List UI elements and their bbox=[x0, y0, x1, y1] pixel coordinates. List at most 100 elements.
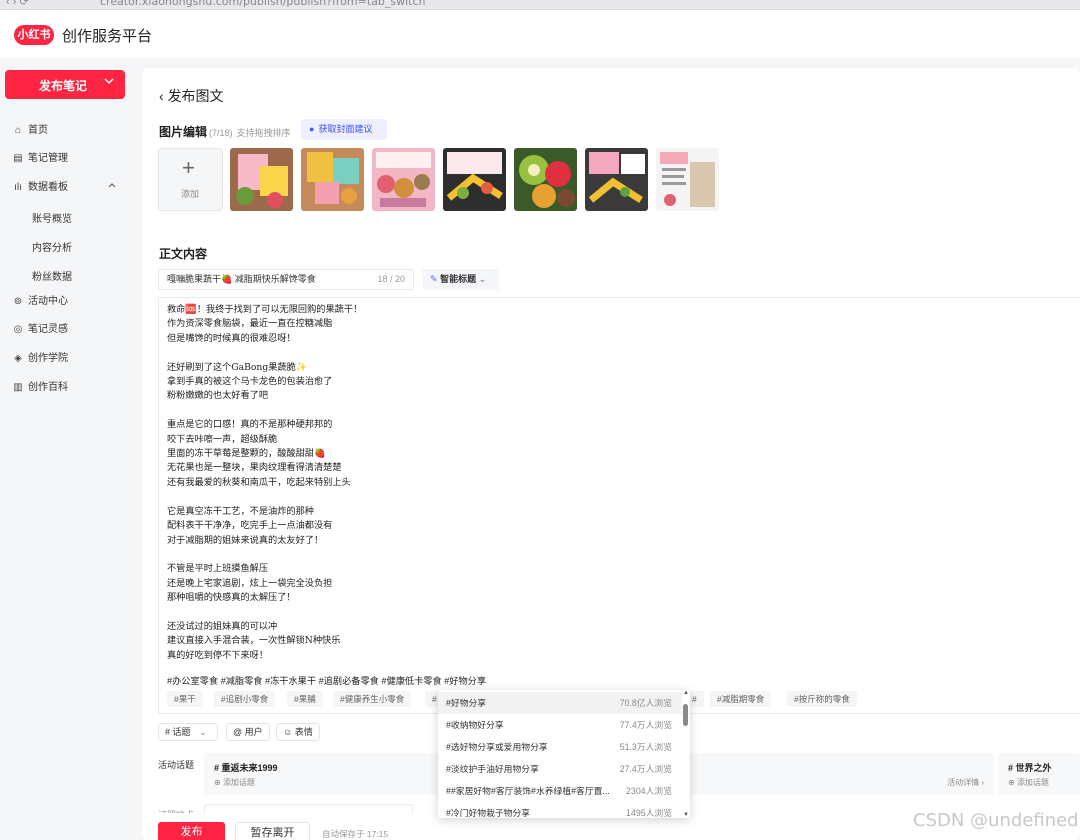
image-thumbnail[interactable] bbox=[301, 148, 364, 211]
topic-name: #淡纹护手油好用物分享 bbox=[446, 764, 539, 774]
suggested-topic-chip[interactable]: #健康养生小零食 bbox=[333, 691, 412, 707]
hash-icon: # bbox=[165, 727, 171, 737]
topic-button[interactable]: # 话题 ⌄ bbox=[158, 723, 218, 741]
topic-suggestion-item[interactable]: #好物分享 70.8亿人浏览 bbox=[438, 692, 682, 714]
sidebar-item-content-analysis[interactable]: 内容分析 bbox=[32, 239, 72, 254]
title-input[interactable]: 嘎嘣脆果蔬干🍓 减脂期快乐解馋零食 18 / 20 bbox=[158, 269, 414, 290]
sidebar-item-home[interactable]: ⌂ 首页 bbox=[12, 123, 48, 139]
location-label: 证朋地点 bbox=[158, 808, 194, 813]
topic-tag-line[interactable]: #办公室零食 #减脂零食 #冻干水果干 #追剧必备零食 #健康低卡零食 #好物分… bbox=[167, 673, 486, 687]
sidebar-item-label: 笔记灵感 bbox=[28, 324, 68, 335]
sidebar-item-dashboard[interactable]: ılı 数据看板 bbox=[12, 180, 68, 196]
activity-detail-link[interactable]: 活动详情 › bbox=[947, 777, 984, 788]
topic-suggestion-item[interactable]: #收纳物好分享 77.4万人浏览 bbox=[438, 714, 682, 736]
magic-wand-icon: ✎ bbox=[430, 274, 438, 284]
smile-icon: ☺ bbox=[283, 727, 293, 737]
image-thumbnail[interactable] bbox=[514, 148, 577, 211]
sidebar-item-label: 创作学院 bbox=[28, 353, 68, 364]
image-drag-hint: 支持拖拽排序 bbox=[236, 128, 291, 138]
suggested-topic-chip[interactable]: #按斤称的零食 bbox=[787, 691, 857, 707]
sidebar-item-notes[interactable]: ▤ 笔记管理 bbox=[12, 151, 68, 167]
image-thumbnail[interactable] bbox=[585, 148, 648, 211]
browser-url[interactable]: creator.xiaohongshu.com/publish/publish?… bbox=[100, 0, 425, 8]
xiaohongshu-logo[interactable]: 小红书 bbox=[14, 25, 54, 45]
browser-bar: ‹ › ⟳ creator.xiaohongshu.com/publish/pu… bbox=[0, 0, 1080, 10]
sidebar-item-wiki[interactable]: ▥ 创作百科 bbox=[12, 380, 68, 396]
image-thumbnail[interactable] bbox=[230, 148, 293, 211]
cover-suggestion-label: 获取封面建议 bbox=[318, 124, 373, 134]
chevron-up-icon[interactable] bbox=[107, 180, 117, 193]
topic-suggestion-item[interactable]: #淡纹护手油好用物分享 27.4万人浏览 bbox=[438, 758, 682, 780]
sidebar-item-inspiration[interactable]: ◎ 笔记灵感 bbox=[12, 322, 68, 338]
plus-circle-icon: ⊕ bbox=[1008, 778, 1015, 787]
title-char-count: 18 / 20 bbox=[377, 274, 405, 284]
sidebar-item-account-overview[interactable]: 账号概览 bbox=[32, 210, 72, 225]
image-thumbnail[interactable] bbox=[372, 148, 435, 211]
smart-title-label: 智能标题 bbox=[440, 274, 477, 284]
add-image-label: 添加 bbox=[181, 189, 200, 199]
page-title: 发布图文 bbox=[167, 88, 224, 104]
image-edit-heading: 图片编辑 (7/18) 支持拖拽排序 bbox=[159, 123, 291, 140]
activity-title-text: 世界之外 bbox=[1015, 763, 1052, 773]
title-input-value: 嘎嘣脆果蔬干🍓 减脂期快乐解馋零食 bbox=[167, 274, 316, 284]
note-icon: ▤ bbox=[13, 153, 23, 164]
browser-nav-icons[interactable]: ‹ › ⟳ bbox=[6, 0, 29, 8]
body-editor[interactable]: 救命🆘！我终于找到了可以无限回购的果蔬干！ 作为资深零食脑袋，最近一直在控糖减脂… bbox=[158, 297, 1080, 714]
topic-name: #选好物分享或爱用物分享 bbox=[446, 742, 548, 752]
inspiration-icon: ◎ bbox=[13, 324, 23, 335]
dropdown-scrollbar[interactable]: ▲ ▼ bbox=[683, 690, 689, 818]
suggested-topic-chip[interactable]: #果脯 bbox=[287, 691, 323, 707]
image-thumbnail[interactable] bbox=[656, 148, 719, 211]
activity-card[interactable]: # 世界之外 ⊕ 添加话题 bbox=[998, 753, 1080, 795]
image-count: (7/18) bbox=[209, 128, 233, 138]
suggested-topic-chip[interactable]: #减脂期零食 bbox=[710, 691, 772, 707]
activity-title-text: 重返未来1999 bbox=[221, 763, 278, 773]
chevron-down-icon: ⌄ bbox=[199, 727, 207, 737]
add-image-button[interactable]: + 添加 bbox=[158, 148, 223, 211]
chevron-down-icon: ⌄ bbox=[478, 274, 487, 284]
sidebar-item-label: 首页 bbox=[28, 125, 48, 136]
chevron-right-icon: › bbox=[981, 778, 984, 787]
topic-name: #冷门好物栽子物分享 bbox=[446, 808, 531, 818]
location-pin-icon: ● bbox=[309, 124, 315, 134]
body-text[interactable]: 救命🆘！我终于找到了可以无限回购的果蔬干！ 作为资深零食脑袋，最近一直在控糖减脂… bbox=[167, 303, 1067, 663]
sidebar-item-academy[interactable]: ◈ 创作学院 bbox=[12, 351, 68, 367]
chevron-down-icon[interactable] bbox=[103, 75, 115, 90]
add-topic-link[interactable]: ⊕ 添加话题 bbox=[214, 777, 255, 788]
location-input[interactable] bbox=[204, 804, 413, 812]
at-icon: @ bbox=[233, 727, 243, 737]
image-thumbnail[interactable] bbox=[443, 148, 506, 211]
suggested-topic-chip[interactable]: #追剧小零食 bbox=[214, 691, 276, 707]
cover-suggestion-button[interactable]: ● 获取封面建议 bbox=[301, 119, 387, 140]
sidebar-item-fans-data[interactable]: 粉丝数据 bbox=[32, 268, 72, 283]
smart-title-button[interactable]: ✎ 智能标题 ⌄ bbox=[422, 269, 499, 290]
suggested-topic-chip[interactable]: #果干 bbox=[167, 691, 203, 707]
scroll-down-icon[interactable]: ▼ bbox=[683, 812, 689, 818]
activity-topic-label: 活动话题 bbox=[158, 760, 195, 770]
emoji-button[interactable]: ☺ 表情 bbox=[276, 723, 320, 741]
topic-suggestion-item[interactable]: #选好物分享或爱用物分享 51.3万人浏览 bbox=[438, 736, 682, 758]
topic-views: 77.4万人浏览 bbox=[619, 720, 672, 730]
add-topic-link[interactable]: ⊕ 添加话题 bbox=[1008, 777, 1049, 788]
chart-icon: ılı bbox=[14, 182, 22, 193]
publish-button[interactable]: 发布 bbox=[158, 822, 225, 840]
topic-name: ##家居好物#客厅装饰#水养绿植#客厅置... bbox=[446, 786, 610, 796]
academy-icon: ◈ bbox=[14, 353, 22, 364]
back-link[interactable]: ‹ 发布图文 bbox=[159, 86, 224, 106]
topic-views: 2304人浏览 bbox=[626, 786, 672, 796]
sidebar-item-activity[interactable]: ⊚ 活动中心 bbox=[12, 294, 68, 310]
mention-user-button[interactable]: @ 用户 bbox=[226, 723, 270, 741]
publish-note-button[interactable]: 发布笔记 bbox=[5, 70, 125, 99]
scrollbar-thumb[interactable] bbox=[683, 704, 688, 726]
topic-suggestion-dropdown: #好物分享 70.8亿人浏览 #收纳物好分享 77.4万人浏览 #选好物分享或爱用物… bbox=[438, 690, 690, 818]
scroll-up-icon[interactable]: ▲ bbox=[683, 690, 689, 696]
hash-icon: # bbox=[214, 763, 220, 773]
sidebar: 发布笔记 ⌂ 首页 ▤ 笔记管理 ılı 数据看板 账号概览 内容分析 粉丝数据 ⊚ 活… bbox=[0, 58, 138, 840]
topic-suggestion-item[interactable]: #冷门好物栽子物分享 1495人浏览 bbox=[438, 802, 682, 818]
add-topic-text: 添加话题 bbox=[222, 778, 255, 787]
save-draft-button[interactable]: 暂存离开 bbox=[235, 822, 310, 840]
sidebar-item-label: 活动中心 bbox=[28, 296, 68, 307]
plus-circle-icon: ⊕ bbox=[214, 778, 221, 787]
topic-suggestion-item[interactable]: ##家居好物#客厅装饰#水养绿植#客厅置... 2304人浏览 bbox=[438, 780, 682, 802]
emoji-label: 表情 bbox=[294, 727, 313, 737]
